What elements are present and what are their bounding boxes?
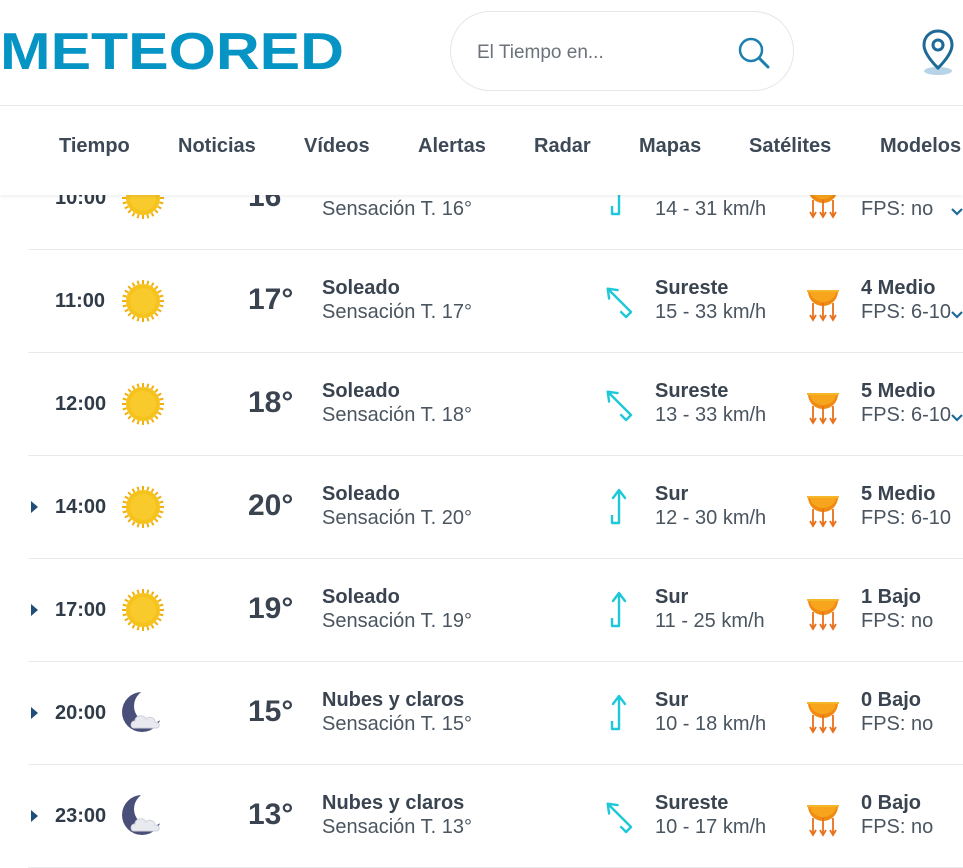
location-pin-icon[interactable] bbox=[920, 28, 956, 76]
feels-like: Sensación T. 19° bbox=[322, 610, 472, 632]
uv-index-icon bbox=[806, 794, 840, 838]
tab-videos[interactable]: Vídeos bbox=[304, 135, 370, 158]
hour-time: 23:00 bbox=[55, 805, 107, 827]
site-header: METEORED bbox=[0, 0, 963, 106]
tab-mapas[interactable]: Mapas bbox=[639, 135, 701, 158]
fps-value: FPS: no bbox=[861, 713, 934, 735]
wind-speed: 15 - 33 km/h bbox=[655, 301, 767, 323]
wind-direction-icon bbox=[602, 691, 636, 733]
fps-value: FPS: 6-10 bbox=[861, 301, 952, 323]
uv-index-icon bbox=[806, 588, 840, 632]
tab-satelites[interactable]: Satélites bbox=[749, 135, 831, 158]
wind-speed: 10 - 18 km/h bbox=[655, 713, 767, 735]
tab-noticias[interactable]: Noticias bbox=[178, 135, 256, 158]
wind-speed: 11 - 25 km/h bbox=[655, 610, 765, 632]
uv-index-icon bbox=[806, 485, 840, 529]
hour-time: 17:00 bbox=[55, 599, 107, 621]
sun-icon bbox=[120, 278, 166, 324]
fps-value: FPS: 6-10 bbox=[861, 404, 952, 426]
wind-direction-icon bbox=[602, 279, 636, 321]
uv-level: 5 Medio bbox=[861, 380, 936, 402]
hour-row[interactable]: 17:00 19° Soleado Sensación T. 19° Sur 11 - 2… bbox=[28, 558, 963, 662]
wind-direction: Sur bbox=[655, 689, 689, 711]
chevron-down-icon[interactable] bbox=[950, 204, 963, 216]
hour-row[interactable]: 12:00 18° Soleado Sensación T. 18° Sureste 13… bbox=[28, 352, 963, 456]
expand-caret-icon[interactable] bbox=[31, 810, 38, 822]
hour-time: 14:00 bbox=[55, 496, 107, 518]
feels-like: Sensación T. 16° bbox=[322, 198, 472, 220]
meteored-logo[interactable]: METEORED bbox=[0, 27, 346, 73]
feels-like: Sensación T. 20° bbox=[322, 507, 472, 529]
uv-level: 0 Bajo bbox=[861, 792, 922, 814]
temperature: 20° bbox=[248, 489, 294, 522]
condition: Nubes y claros bbox=[322, 792, 465, 814]
chevron-down-icon[interactable] bbox=[950, 307, 963, 319]
uv-level: 1 Bajo bbox=[861, 586, 922, 608]
temperature: 19° bbox=[248, 592, 294, 625]
wind-speed: 12 - 30 km/h bbox=[655, 507, 767, 529]
uv-index-icon bbox=[806, 279, 840, 323]
temperature: 15° bbox=[248, 695, 294, 728]
temperature: 17° bbox=[248, 283, 294, 316]
wind-direction: Sur bbox=[655, 586, 689, 608]
hour-time: 20:00 bbox=[55, 702, 107, 724]
tab-modelos[interactable]: Modelos bbox=[880, 135, 961, 158]
search-input[interactable] bbox=[475, 36, 729, 70]
expand-caret-icon[interactable] bbox=[31, 707, 38, 719]
condition: Nubes y claros bbox=[322, 689, 465, 711]
fps-value: FPS: no bbox=[861, 610, 934, 632]
search-icon[interactable] bbox=[737, 36, 771, 70]
wind-direction-icon bbox=[602, 382, 636, 424]
wind-direction: Sureste bbox=[655, 792, 729, 814]
feels-like: Sensación T. 13° bbox=[322, 816, 472, 838]
expand-caret-icon[interactable] bbox=[31, 501, 38, 513]
logo-text: METEORED bbox=[0, 27, 344, 73]
fps-value: FPS: no bbox=[861, 816, 934, 838]
tab-radar[interactable]: Radar bbox=[534, 135, 591, 158]
hour-row[interactable]: 14:00 20° Soleado Sensación T. 20° Sur 12 - 3… bbox=[28, 455, 963, 559]
hour-row[interactable]: 20:00 15° Nubes y claros Sensación T. 15° Su… bbox=[28, 661, 963, 765]
wind-speed: 10 - 17 km/h bbox=[655, 816, 767, 838]
expand-caret-icon[interactable] bbox=[31, 604, 38, 616]
chevron-down-icon[interactable] bbox=[950, 410, 963, 422]
wind-direction-icon bbox=[602, 588, 636, 630]
wind-speed: 14 - 31 km/h bbox=[655, 198, 767, 220]
uv-level: 0 Bajo bbox=[861, 689, 922, 711]
main-nav: Tiempo Noticias Vídeos Alertas Radar Map… bbox=[0, 106, 963, 195]
fps-value: FPS: 6-10 bbox=[861, 507, 952, 529]
uv-index-icon bbox=[806, 382, 840, 426]
uv-index-icon bbox=[806, 691, 840, 735]
wind-direction: Sureste bbox=[655, 277, 729, 299]
condition: Soleado bbox=[322, 380, 400, 402]
uv-level: 5 Medio bbox=[861, 483, 936, 505]
temperature: 18° bbox=[248, 386, 294, 419]
moon-cloud-icon bbox=[120, 689, 168, 736]
feels-like: Sensación T. 18° bbox=[322, 404, 472, 426]
tab-tiempo[interactable]: Tiempo bbox=[59, 135, 130, 158]
wind-direction: Sureste bbox=[655, 380, 729, 402]
wind-direction-icon bbox=[602, 485, 636, 527]
search-box[interactable] bbox=[450, 11, 794, 91]
hour-time: 11:00 bbox=[55, 290, 106, 312]
hour-row[interactable]: 11:00 17° Soleado Sensación T. 17° Sureste 15… bbox=[28, 249, 963, 353]
fps-value: FPS: no bbox=[861, 198, 934, 220]
feels-like: Sensación T. 15° bbox=[322, 713, 472, 735]
sun-icon bbox=[120, 587, 166, 633]
sun-icon bbox=[120, 484, 166, 530]
condition: Soleado bbox=[322, 586, 400, 608]
tab-alertas[interactable]: Alertas bbox=[418, 135, 486, 158]
moon-cloud-icon bbox=[120, 792, 168, 839]
wind-speed: 13 - 33 km/h bbox=[655, 404, 767, 426]
wind-direction-icon bbox=[602, 794, 636, 836]
condition: Soleado bbox=[322, 483, 400, 505]
hour-row[interactable]: 23:00 13° Nubes y claros Sensación T. 13° Su… bbox=[28, 764, 963, 868]
condition: Soleado bbox=[322, 277, 400, 299]
uv-level: 4 Medio bbox=[861, 277, 936, 299]
wind-direction: Sur bbox=[655, 483, 689, 505]
hour-time: 12:00 bbox=[55, 393, 107, 415]
temperature: 13° bbox=[248, 798, 294, 831]
sun-icon bbox=[120, 381, 166, 427]
feels-like: Sensación T. 17° bbox=[322, 301, 472, 323]
